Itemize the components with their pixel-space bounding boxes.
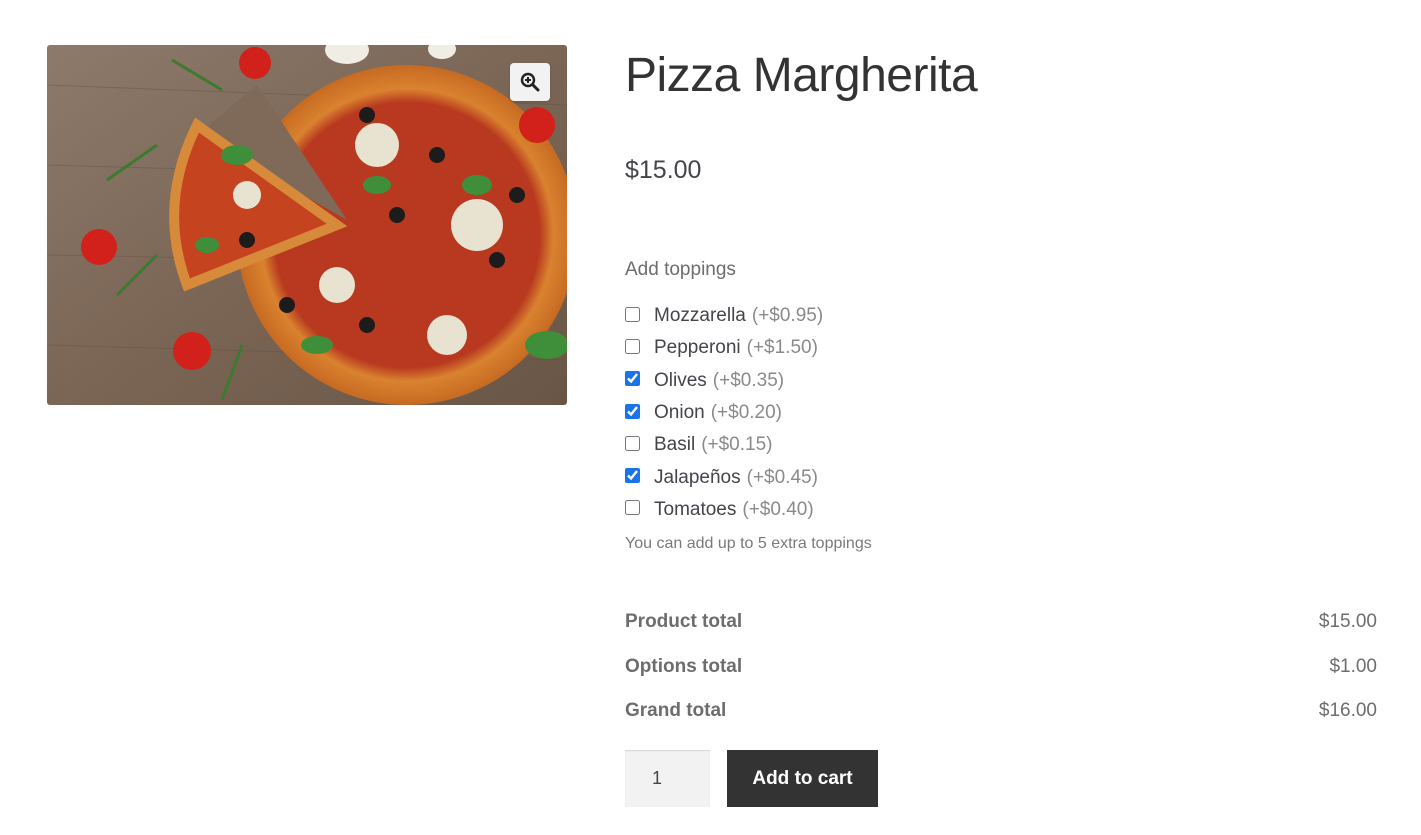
topping-name: Olives [654,369,707,391]
total-value: $15.00 [1318,611,1377,633]
topping-checkbox[interactable] [625,306,640,322]
topping-jalapenos[interactable]: Jalapeños (+$0.45) [625,461,823,493]
topping-price: (+$0.45) [746,466,818,488]
topping-pepperoni[interactable]: Pepperoni (+$1.50) [625,332,823,364]
add-to-cart-button[interactable]: Add to cart [727,750,878,807]
toppings-list: Mozzarella (+$0.95) Pepperoni (+$1.50) O… [625,300,823,526]
topping-price: (+$0.20) [710,402,782,424]
grand-total-row: Grand total $16.00 [625,689,1377,734]
topping-name: Pepperoni [654,337,741,359]
options-total-row: Options total $1.00 [625,645,1377,690]
topping-name: Onion [654,402,705,424]
topping-checkbox[interactable] [625,500,640,516]
topping-checkbox[interactable] [625,403,640,419]
topping-onion[interactable]: Onion (+$0.20) [625,397,823,429]
topping-tomatoes[interactable]: Tomatoes (+$0.40) [625,494,823,526]
zoom-button[interactable] [510,63,550,101]
topping-checkbox[interactable] [625,435,640,451]
topping-price: (+$0.40) [742,498,814,520]
product-price: $15.00 [625,156,702,184]
topping-checkbox[interactable] [625,371,640,387]
product-page: Pizza Margherita $15.00 Add toppings Moz… [0,0,1421,835]
product-image[interactable] [47,45,567,405]
topping-name: Mozzarella [654,305,746,327]
topping-checkbox[interactable] [625,468,640,484]
topping-checkbox[interactable] [625,338,640,354]
total-label: Grand total [625,700,727,722]
topping-mozzarella[interactable]: Mozzarella (+$0.95) [625,300,823,332]
toppings-hint: You can add up to 5 extra toppings [625,535,872,552]
totals-table: Product total $15.00 Options total $1.00… [625,600,1377,734]
total-value: $16.00 [1318,700,1377,722]
zoom-in-icon [520,72,540,92]
topping-basil[interactable]: Basil (+$0.15) [625,429,823,461]
addons-heading: Add toppings [625,259,736,280]
topping-price: (+$0.95) [751,305,824,327]
topping-price: (+$0.35) [712,369,785,391]
total-value: $1.00 [1329,655,1377,677]
topping-olives[interactable]: Olives (+$0.35) [625,365,823,397]
topping-price: (+$0.15) [701,434,773,456]
total-label: Options total [625,655,743,677]
product-title: Pizza Margherita [625,49,978,102]
topping-name: Basil [654,434,696,456]
product-total-row: Product total $15.00 [625,600,1377,645]
quantity-input[interactable] [625,750,710,807]
total-label: Product total [625,611,743,633]
pizza-photo [47,45,567,405]
add-to-cart-form: Add to cart [625,750,878,807]
topping-name: Jalapeños [654,466,741,488]
topping-price: (+$1.50) [746,337,818,359]
topping-name: Tomatoes [654,498,737,520]
